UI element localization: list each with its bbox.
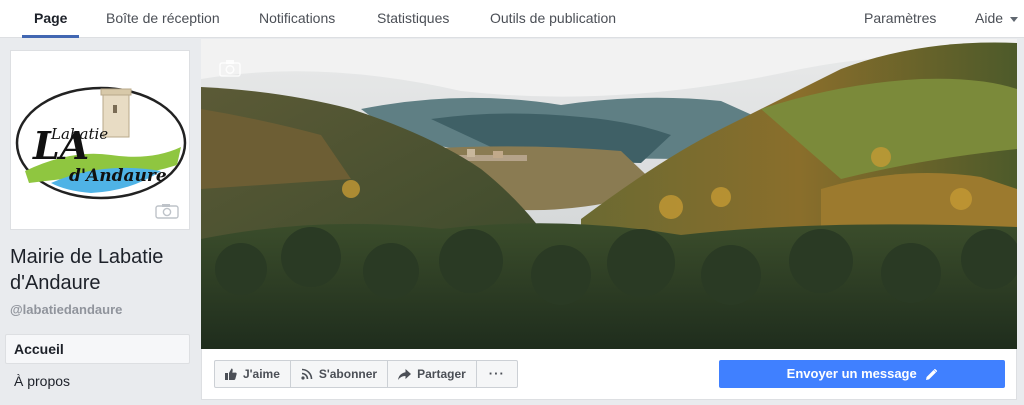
tab-page[interactable]: Page — [22, 0, 80, 38]
profile-picture[interactable]: LA Labatie d'Andaure — [10, 50, 190, 230]
like-button[interactable]: J'aime — [215, 361, 291, 387]
cover-image — [201, 39, 1017, 349]
share-label: Partager — [417, 367, 466, 381]
logo-line2: d'Andaure — [69, 166, 167, 186]
like-icon — [225, 368, 237, 380]
send-message-label: Envoyer un message — [786, 366, 917, 381]
tab-settings[interactable]: Paramètres — [864, 0, 936, 38]
nav-item-home[interactable]: Accueil — [5, 334, 190, 364]
tab-statistics[interactable]: Statistiques — [377, 0, 449, 38]
logo-line1: Labatie — [50, 125, 108, 143]
page-action-bar: J'aime S'abonner Partager ··· Envoyer un… — [201, 349, 1017, 400]
more-icon: ··· — [488, 366, 505, 381]
tab-publishing-tools[interactable]: Outils de publication — [490, 0, 616, 38]
rss-icon — [301, 368, 313, 380]
share-button[interactable]: Partager — [388, 361, 477, 387]
tab-notifications[interactable]: Notifications — [259, 0, 335, 38]
page-username[interactable]: @labatiedandaure — [10, 302, 122, 317]
tab-help[interactable]: Aide — [975, 0, 1019, 38]
follow-label: S'abonner — [318, 367, 378, 381]
action-button-group: J'aime S'abonner Partager ··· — [214, 360, 518, 388]
share-icon — [398, 368, 412, 380]
more-button[interactable]: ··· — [477, 361, 517, 387]
help-label: Aide — [975, 10, 1004, 26]
follow-button[interactable]: S'abonner — [291, 361, 389, 387]
pencil-icon — [926, 368, 938, 381]
like-label: J'aime — [243, 367, 280, 381]
nav-item-about[interactable]: À propos — [5, 366, 190, 396]
page-tab-bar: Page Boîte de réception Notifications St… — [0, 0, 1024, 38]
send-message-button[interactable]: Envoyer un message — [719, 360, 1005, 388]
page-title: Mairie de Labatie d'Andaure — [10, 246, 164, 294]
chevron-down-icon — [1010, 16, 1019, 22]
cover-photo[interactable] — [201, 39, 1017, 349]
camera-icon[interactable] — [155, 203, 179, 219]
tab-inbox[interactable]: Boîte de réception — [106, 0, 220, 38]
camera-icon[interactable] — [219, 59, 241, 77]
